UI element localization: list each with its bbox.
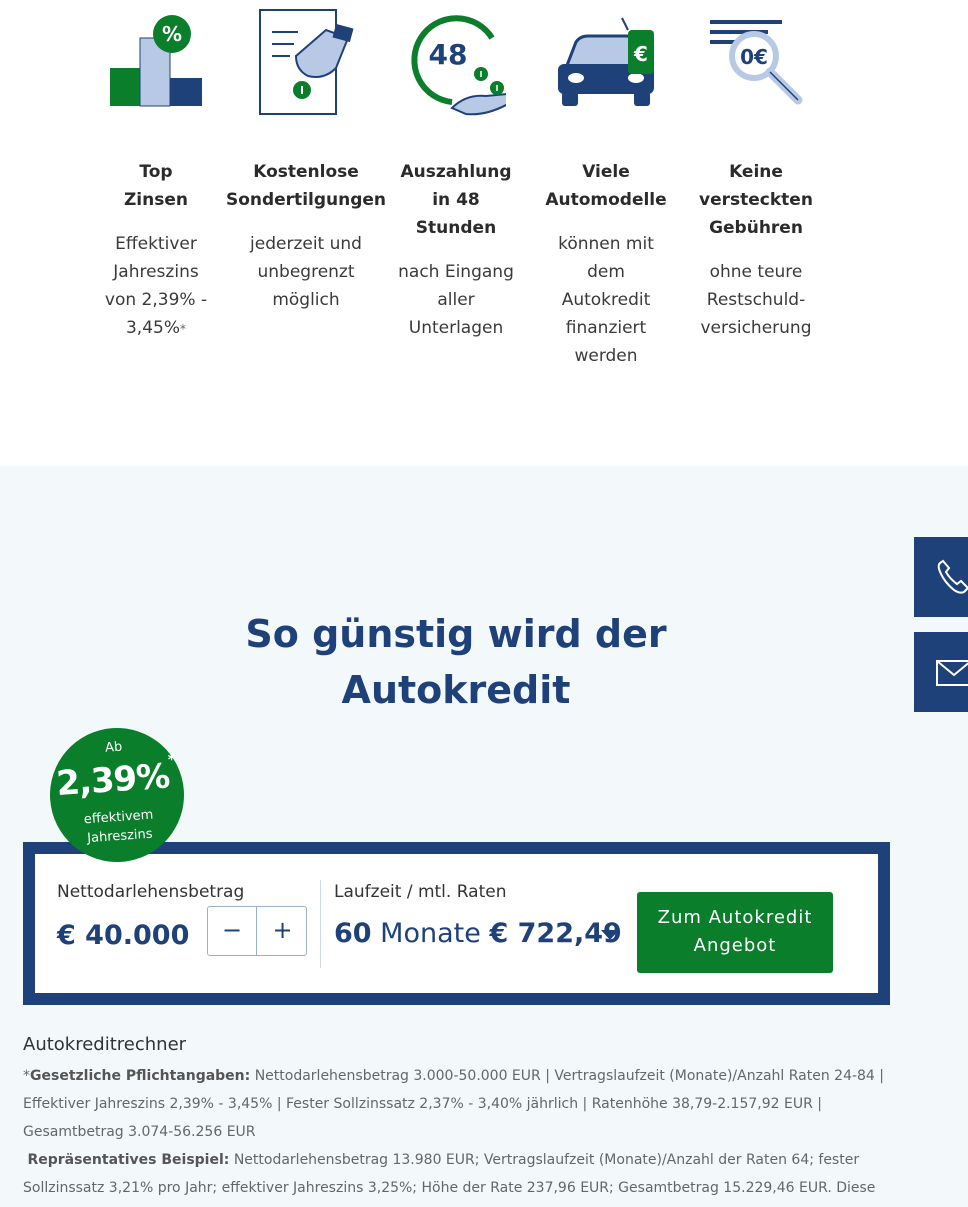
- envelope-icon: [936, 660, 968, 686]
- feature-desc-line: nach Eingang: [398, 262, 514, 282]
- feature-desc-line: möglich: [272, 290, 340, 310]
- amount-value: € 40.000: [57, 920, 190, 951]
- page-headline: So günstig wird der Autokredit: [156, 606, 756, 718]
- feature-desc-line: 3,45%*: [81, 314, 231, 343]
- feature-title-line: Sondertilgungen: [225, 190, 387, 210]
- increase-amount-button[interactable]: +: [258, 907, 307, 955]
- term-select[interactable]: 60 Monate € 722,49: [334, 918, 622, 949]
- phone-icon: [937, 559, 968, 594]
- loan-calculator: Nettodarlehensbetrag € 40.000 − + Laufze…: [23, 842, 890, 1005]
- legal-label: Repräsentatives Beispiel:: [27, 1152, 230, 1168]
- feature-desc-line: dem: [587, 262, 625, 282]
- zero-fee-magnifier-icon: 0€: [710, 20, 803, 105]
- badge-star: *: [167, 751, 175, 769]
- decrease-amount-button[interactable]: −: [208, 907, 257, 955]
- feature-title-line: Top: [139, 162, 173, 182]
- feature-desc-line: Autokredit: [561, 290, 651, 310]
- footnote-star: *: [180, 322, 186, 336]
- svg-text:%: %: [162, 22, 182, 46]
- feature-title-line: Auszahlung: [400, 162, 512, 182]
- term-label: Laufzeit / mtl. Raten: [334, 882, 507, 902]
- feature-title-line: Automodelle: [545, 190, 667, 210]
- feature-title-line: versteckten: [699, 190, 813, 210]
- interest-chart-icon: %: [110, 15, 202, 107]
- email-contact-button[interactable]: [914, 632, 968, 712]
- feature-title-line: Gebühren: [709, 218, 803, 238]
- icon-zero-euro-text: 0€: [740, 45, 768, 69]
- headline-line: So günstig wird der: [245, 612, 667, 656]
- cta-line: Zum Autokredit: [657, 907, 813, 928]
- car-price-tag-icon: €: [558, 17, 654, 106]
- feature-title-line: Kostenlose: [253, 162, 359, 182]
- cta-line: Angebot: [693, 935, 777, 956]
- badge-rate: 2,39%*: [48, 751, 184, 805]
- feature-title-line: Stunden: [415, 218, 497, 238]
- phone-contact-button[interactable]: [914, 537, 968, 617]
- feature-title-line: in 48: [432, 190, 480, 210]
- feature-desc-text: 3,45%: [125, 318, 180, 338]
- 48-hours-payout-icon: 48: [411, 15, 506, 116]
- icon-48-text: 48: [429, 38, 468, 71]
- term-unit: Monate: [380, 918, 481, 949]
- amount-stepper: − +: [207, 906, 307, 956]
- badge-rate-value: 2,39%: [55, 756, 171, 805]
- feature-desc-line: Effektiver: [115, 234, 197, 254]
- feature-desc-line: aller: [437, 290, 475, 310]
- term-months: 60: [334, 918, 372, 949]
- feature-desc-line: unbegrenzt: [257, 262, 355, 282]
- calculator-divider: [320, 880, 321, 968]
- footnote-star: *: [23, 1068, 30, 1084]
- headline-line: Autokredit: [341, 668, 571, 712]
- legal-mandatory-info: *Gesetzliche Pflichtangaben: Nettodarleh…: [23, 1062, 903, 1146]
- document-hand-coin-icon: [259, 9, 354, 115]
- feature-desc-line: werden: [574, 346, 638, 366]
- feature-desc-line: Jahreszins: [113, 262, 199, 282]
- feature-desc-line: versicherung: [700, 318, 812, 338]
- feature-desc-line: finanziert: [565, 318, 647, 338]
- feature-desc-line: von 2,39% -: [104, 290, 208, 310]
- feature-desc-line: Unterlagen: [408, 318, 504, 338]
- feature-desc-line: können mit: [558, 234, 654, 254]
- autokredit-offer-button[interactable]: Zum Autokredit Angebot: [637, 892, 833, 973]
- feature-title-line: Keine: [729, 162, 783, 182]
- feature-desc-line: Restschuld-: [706, 290, 806, 310]
- legal-representative-example: Repräsentatives Beispiel: Nettodarlehens…: [23, 1146, 903, 1207]
- icon-euro-text: €: [633, 42, 648, 66]
- legal-text: *Gesetzliche Pflichtangaben: Nettodarleh…: [23, 1062, 903, 1207]
- feature-title-line: Zinsen: [123, 190, 188, 210]
- features-section: % Top Zinsen Effektiver Jahreszins von 2…: [0, 0, 968, 466]
- feature-desc-line: ohne teure: [709, 262, 803, 282]
- dropdown-arrow-icon[interactable]: [600, 928, 620, 942]
- legal-title: Autokreditrechner: [23, 1034, 187, 1055]
- legal-label: Gesetzliche Pflichtangaben:: [30, 1068, 251, 1084]
- amount-label: Nettodarlehensbetrag: [57, 882, 245, 902]
- feature-title-line: Viele: [582, 162, 630, 182]
- feature-desc-line: jederzeit und: [250, 234, 362, 254]
